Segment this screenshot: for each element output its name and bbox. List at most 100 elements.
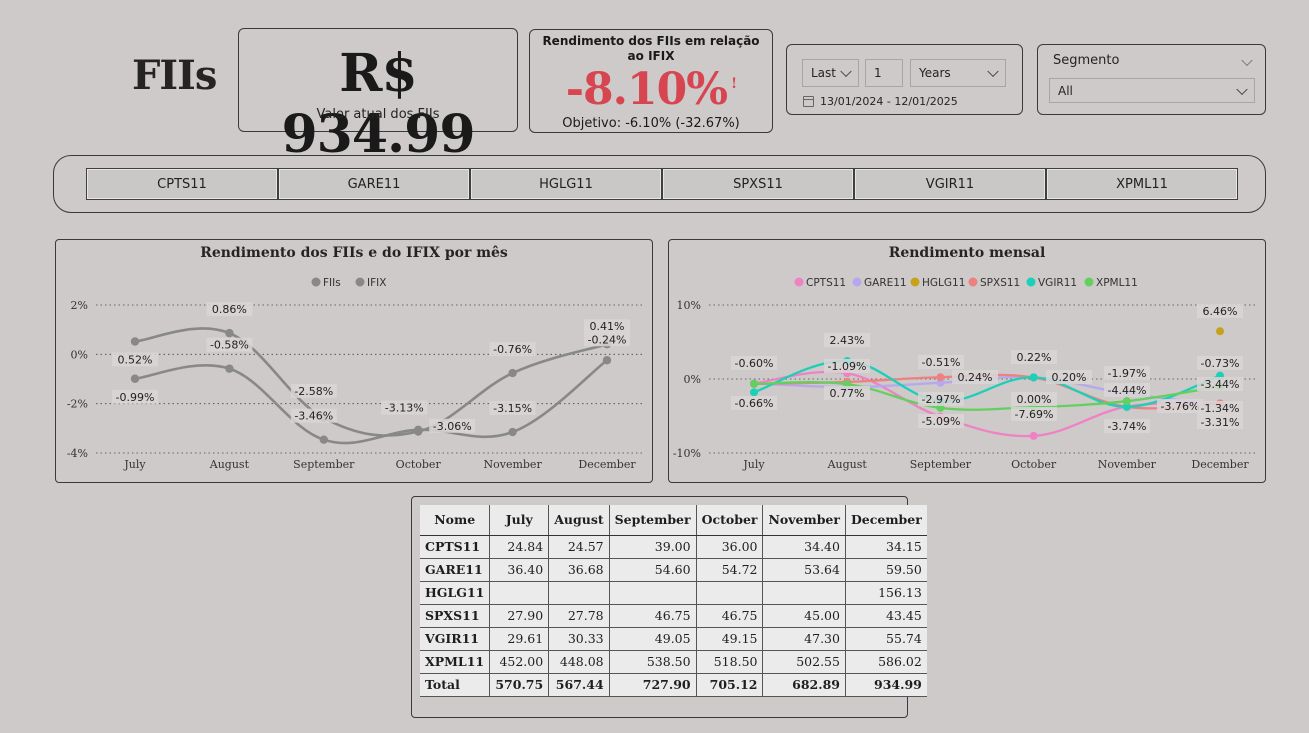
x-tick-label: December bbox=[578, 458, 636, 471]
data-label: 2.43% bbox=[830, 334, 865, 347]
y-tick-label: -2% bbox=[67, 398, 88, 411]
value-cell: 53.64 bbox=[762, 558, 846, 582]
data-label: -3.06% bbox=[433, 420, 472, 433]
value-cell: 727.90 bbox=[609, 672, 697, 697]
value-cell: 934.99 bbox=[845, 672, 927, 697]
data-point bbox=[225, 364, 234, 373]
segment-filter-card: Segmento All bbox=[1037, 44, 1266, 115]
data-label: -0.99% bbox=[116, 391, 155, 404]
data-label: -3.74% bbox=[1108, 420, 1147, 433]
value-cell: 448.08 bbox=[548, 650, 610, 674]
data-point bbox=[225, 328, 234, 338]
data-label: -5.09% bbox=[922, 415, 961, 428]
value-cell: 705.12 bbox=[696, 672, 764, 697]
row-name-cell: HGLG11 bbox=[420, 581, 491, 605]
value-cell bbox=[762, 581, 846, 605]
series-line bbox=[134, 359, 608, 445]
data-point bbox=[130, 374, 140, 383]
fund-tab-bar: CPTS11 GARE11 HGLG11 SPXS11 VGIR11 XPML1… bbox=[53, 155, 1266, 213]
tab-cpts11[interactable]: CPTS11 bbox=[86, 168, 278, 200]
data-label: -0.51% bbox=[922, 356, 961, 369]
legend-label: CPTS11 bbox=[806, 277, 846, 289]
kpi-current-value-card: R$ 934.99 Valor atual dos FIIs bbox=[238, 28, 518, 165]
data-point bbox=[414, 427, 423, 436]
data-label: -0.58% bbox=[210, 339, 249, 352]
data-label: 0.22% bbox=[1017, 351, 1052, 364]
date-unit-select[interactable]: Years bbox=[910, 59, 1006, 87]
value-cell bbox=[609, 581, 697, 605]
data-point bbox=[1122, 397, 1131, 406]
value-cell: 24.57 bbox=[548, 535, 610, 559]
row-name-cell: Total bbox=[420, 672, 491, 697]
warning-icon: ! bbox=[731, 76, 737, 93]
column-header[interactable]: December bbox=[845, 505, 927, 536]
legend-marker-icon bbox=[1084, 277, 1094, 287]
tab-vgir11[interactable]: VGIR11 bbox=[854, 168, 1046, 200]
data-point bbox=[1216, 327, 1224, 336]
row-name-cell: GARE11 bbox=[420, 558, 491, 582]
value-cell: 43.45 bbox=[845, 604, 927, 628]
value-cell: 682.89 bbox=[762, 672, 846, 697]
data-label: -1.97% bbox=[1108, 367, 1147, 380]
date-mode-select[interactable]: Last bbox=[802, 59, 859, 87]
kpi-yield-goal: Objetivo: -6.10% (-32.67%) bbox=[562, 116, 740, 131]
value-cell: 30.33 bbox=[548, 627, 610, 651]
column-header[interactable]: Nome bbox=[420, 505, 491, 536]
values-table-card: Nome July August September October November De… bbox=[411, 496, 927, 718]
data-label: -4.44% bbox=[1108, 384, 1147, 397]
calendar-icon bbox=[803, 96, 814, 107]
x-tick-label: August bbox=[209, 458, 250, 471]
legend-marker-icon bbox=[852, 277, 862, 287]
y-tick-label: -10% bbox=[673, 447, 701, 460]
table-row: SPXS11 27.90 27.78 46.75 46.75 45.00 43.45 bbox=[420, 604, 927, 628]
legend-marker-icon bbox=[794, 277, 804, 287]
legend-marker-icon bbox=[1026, 277, 1036, 287]
legend-label: GARE11 bbox=[864, 277, 907, 289]
data-label: -1.34% bbox=[1201, 402, 1240, 415]
y-tick-label: 0% bbox=[71, 348, 88, 361]
x-tick-label: November bbox=[483, 458, 542, 471]
kpi-yield-number: -8.10% bbox=[565, 64, 728, 115]
value-cell: 46.75 bbox=[696, 604, 764, 628]
value-cell bbox=[696, 581, 764, 605]
monthly-yield-chart: Rendimento mensal CPTS11 GARE11 HGLG11 SPXS… bbox=[668, 239, 1266, 483]
column-header[interactable]: August bbox=[548, 505, 610, 536]
legend-label: SPXS11 bbox=[980, 277, 1020, 289]
column-header[interactable]: October bbox=[696, 505, 764, 536]
x-tick-label: July bbox=[742, 458, 765, 471]
column-header[interactable]: November bbox=[762, 505, 846, 536]
data-point bbox=[319, 435, 328, 444]
column-header[interactable]: September bbox=[609, 505, 697, 536]
value-cell: 46.75 bbox=[609, 604, 697, 628]
segment-select[interactable]: All bbox=[1049, 78, 1255, 103]
legend-marker-icon bbox=[355, 277, 365, 287]
tab-spxs11[interactable]: SPXS11 bbox=[662, 168, 854, 200]
kpi-current-label: Valor atual dos FIIs bbox=[316, 107, 440, 122]
x-tick-label: December bbox=[1191, 458, 1249, 471]
data-label: -2.58% bbox=[294, 385, 333, 398]
data-point bbox=[130, 337, 140, 346]
kpi-yield-title: Rendimento dos FIIs em relação ao IFIX bbox=[542, 34, 760, 63]
table-row: GARE11 36.40 36.68 54.60 54.72 53.64 59.50 bbox=[420, 558, 927, 582]
data-label: 0.41% bbox=[590, 320, 625, 333]
row-name-cell: CPTS11 bbox=[420, 535, 491, 559]
x-tick-label: September bbox=[293, 458, 355, 471]
value-cell: 49.05 bbox=[609, 627, 697, 651]
tab-xpml11[interactable]: XPML11 bbox=[1046, 168, 1238, 200]
data-point bbox=[508, 427, 517, 437]
value-cell: 27.90 bbox=[489, 604, 550, 628]
segment-label: Segmento bbox=[1053, 53, 1120, 68]
tab-hglg11[interactable]: HGLG11 bbox=[470, 168, 662, 200]
data-label: -0.76% bbox=[493, 343, 532, 356]
x-tick-label: August bbox=[827, 458, 868, 471]
date-count-input[interactable]: 1 bbox=[865, 59, 903, 87]
column-header[interactable]: July bbox=[489, 505, 550, 536]
chevron-down-icon[interactable] bbox=[1241, 54, 1253, 67]
tab-gare11[interactable]: GARE11 bbox=[278, 168, 470, 200]
legend-label: FIIs bbox=[323, 277, 341, 289]
value-cell: 36.00 bbox=[696, 535, 764, 559]
value-cell: 34.40 bbox=[762, 535, 846, 559]
fiis-vs-ifix-plot: FIIs IFIX 2% 0% -2% -4% July August September Oct… bbox=[67, 277, 644, 471]
x-tick-label: October bbox=[396, 458, 442, 471]
value-cell: 518.50 bbox=[696, 650, 764, 674]
